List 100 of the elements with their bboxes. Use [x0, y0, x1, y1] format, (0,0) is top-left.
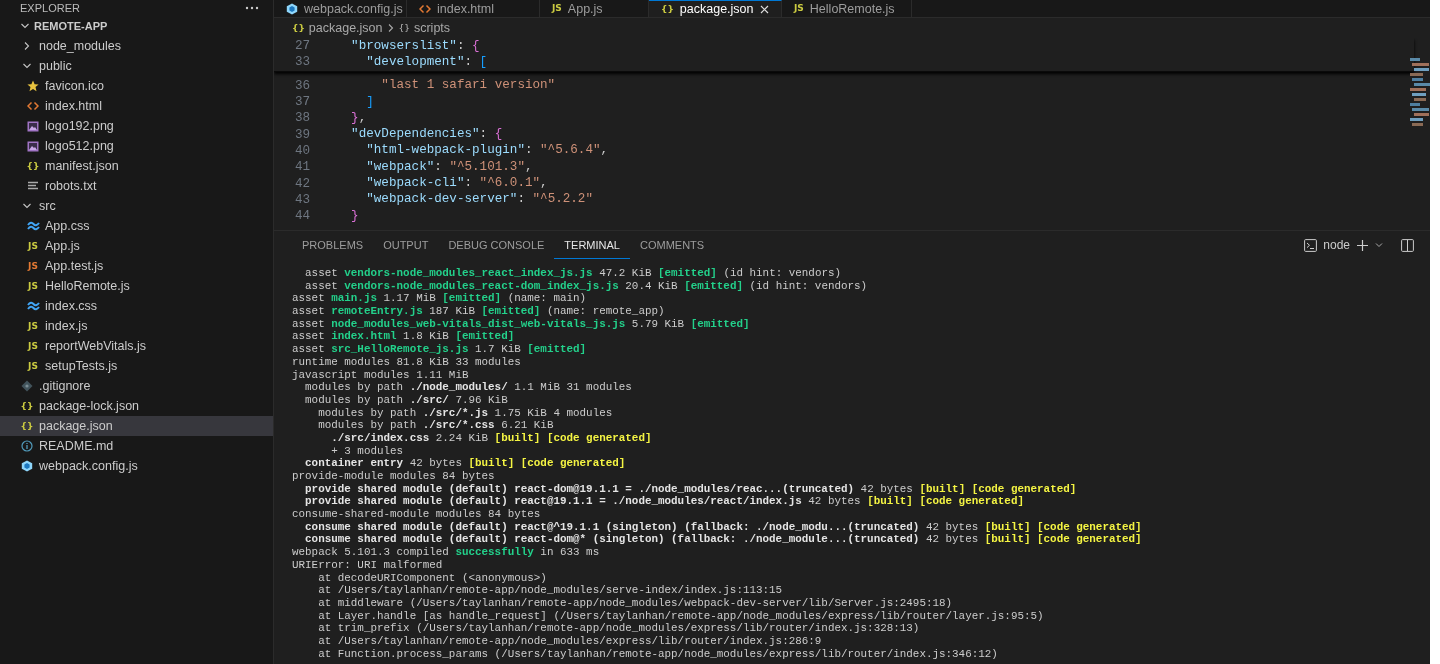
braces-icon: {}: [26, 160, 40, 172]
tree-item[interactable]: robots.txt: [0, 176, 273, 196]
code-line: "webpack-cli": "^6.0.1",: [365, 176, 548, 191]
panel-tab[interactable]: PROBLEMS: [292, 231, 374, 259]
line-number: 38: [293, 111, 311, 126]
terminal-line: asset index.html 1.8 KiB [emitted]: [292, 330, 516, 344]
tree-item[interactable]: JS reportWebVitals.js: [0, 336, 273, 356]
terminal-line: asset vendors-node_modules_react-dom_index_js.js 20.4 KiB [emitted] (id hint: vendors): [304, 279, 869, 293]
terminal-line: asset src_HelloRemote_js.js 1.7 KiB [emitted]: [292, 343, 588, 356]
terminal-line: provide shared module (default) react@19.1.1 = ./node_modules/react/index.js 42 bytes [built] [code generated]: [304, 495, 1025, 509]
close-icon: [759, 4, 769, 14]
terminal-line: consume-shared-module modules 84 bytes: [292, 508, 542, 521]
terminal-line: at /Users/taylanhan/remote-app/node_modules/serve-index/index.js:113:15: [317, 584, 784, 597]
breadcrumb-item[interactable]: scripts: [413, 21, 451, 35]
tree-item[interactable]: JS setupTests.js: [0, 356, 273, 376]
line-number: 39: [293, 127, 311, 142]
tree-item[interactable]: logo192.png: [0, 116, 273, 136]
panel-tab[interactable]: TERMINAL: [554, 231, 630, 259]
terminal-line: consume shared module (default) react-dom@* (singleton) (fallback: ./node_module...(truncated) 42 bytes [built] [code generated]: [304, 533, 1143, 547]
line-number: 43: [293, 192, 311, 207]
terminal-icon: [1304, 238, 1318, 252]
terminal-line: URIError: URI malformed: [292, 558, 444, 572]
angle-brackets-icon: [27, 101, 39, 111]
line-number: 41: [293, 160, 311, 175]
tree-item[interactable]: index.css: [0, 296, 273, 316]
folder-label[interactable]: REMOTE-APP: [34, 20, 108, 32]
plus-icon: [1356, 238, 1369, 252]
tree-item[interactable]: {} package-lock.json: [0, 396, 273, 416]
terminal-line: provide-module modules 84 bytes: [292, 470, 496, 483]
tree-item[interactable]: favicon.ico: [0, 76, 273, 96]
braces-icon: {}: [20, 420, 34, 432]
code-line: "last 1 safari version": [380, 78, 556, 94]
terminal-line: asset remoteEntry.js 187 KiB [emitted] (name: remote_app): [292, 305, 666, 318]
diamond-icon: [21, 380, 33, 392]
tree-item[interactable]: .gitignore: [0, 376, 273, 396]
code-line: },: [350, 110, 367, 126]
split-icon: [1401, 238, 1414, 252]
tree-item[interactable]: {} package.json: [0, 416, 273, 436]
image-icon: [27, 120, 39, 132]
tree-item[interactable]: JS index.js: [0, 316, 273, 336]
braces-icon: {}: [20, 400, 34, 412]
cube-icon: [286, 2, 298, 15]
terminal-line: at Function.process_params (/Users/taylanhan/remote-app/node_modules/express/lib/router/index.js:346:12): [317, 647, 999, 661]
tree-item[interactable]: {} manifest.json: [0, 156, 273, 176]
tree-item[interactable]: README.md: [0, 436, 273, 456]
tree-item[interactable]: logo512.png: [0, 136, 273, 156]
js-icon: JS: [28, 240, 38, 252]
terminal-line: asset node_modules_web-vitals_dist_web-vitals_js.js 5.79 KiB [emitted]: [292, 317, 751, 331]
panel-tab[interactable]: DEBUG CONSOLE: [438, 231, 555, 259]
terminal-line: asset vendors-node_modules_react_index_js.js 47.2 KiB [emitted] (id hint: vendors): [304, 267, 843, 280]
editor-tab[interactable]: webpack.config.js: [274, 0, 407, 17]
terminal-line: ./src/index.css 2.24 KiB [built] [code generated]: [330, 431, 653, 445]
terminal-line: javascript modules 1.11 MiB: [292, 368, 470, 382]
tree-item[interactable]: App.css: [0, 216, 273, 236]
line-number: 27: [293, 39, 311, 54]
line-number: 37: [293, 95, 311, 110]
braces-icon: {}: [292, 22, 305, 34]
tree-item[interactable]: webpack.config.js: [0, 456, 273, 476]
editor-tab[interactable]: index.html: [407, 0, 540, 17]
chevron-down-icon: [1375, 241, 1383, 249]
line-number: 33: [293, 55, 311, 70]
tree-item[interactable]: index.html: [0, 96, 273, 116]
terminal-line: + 3 modules: [330, 444, 405, 458]
editor-tab[interactable]: {} package.json: [649, 0, 782, 17]
wave-icon: [26, 221, 40, 231]
tree-item[interactable]: JS App.js: [0, 236, 273, 256]
sidebar-title: EXPLORER: [20, 2, 80, 14]
line-number: 36: [293, 78, 311, 93]
editor-tab[interactable]: JS HelloRemote.js: [782, 0, 912, 17]
line-number: 44: [293, 209, 311, 224]
js-icon: JS: [28, 320, 38, 332]
tree-item[interactable]: JS HelloRemote.js: [0, 276, 273, 296]
tree-item[interactable]: node_modules: [0, 36, 273, 56]
terminal-line: modules by path ./src/*.css 6.21 KiB: [317, 419, 555, 432]
info-icon: [21, 440, 33, 452]
breadcrumb-item[interactable]: package.json: [308, 21, 383, 35]
braces-icon: {}: [661, 3, 674, 15]
star-icon: [27, 80, 39, 92]
code-line: "browserslist": {: [350, 38, 480, 54]
chevron-right-icon: [386, 23, 395, 33]
terminal-line: modules by path ./src/ 7.96 KiB: [304, 393, 509, 407]
tree-item[interactable]: JS App.test.js: [0, 256, 273, 276]
panel-tab[interactable]: COMMENTS: [629, 231, 715, 259]
terminal-line: consume shared module (default) react@^19.1.1 (singleton) (fallback: ./node_modu...(truncated) 42 bytes [built] [code generated]: [304, 520, 1143, 534]
tree-item[interactable]: src: [0, 196, 273, 216]
panel-tab[interactable]: OUTPUT: [373, 231, 439, 259]
terminal-name[interactable]: node: [1323, 238, 1350, 252]
terminal-line: at /Users/taylanhan/remote-app/node_modules/express/lib/router/index.js:286:9: [317, 634, 823, 648]
terminal-line: asset main.js 1.17 MiB [emitted] (name: main): [292, 292, 588, 306]
terminal-line: webpack 5.101.3 compiled successfully in 633 ms: [292, 546, 601, 559]
terminal-line: modules by path ./src/*.js 1.75 KiB 4 modules: [317, 406, 614, 420]
lines-icon: [28, 181, 38, 191]
code-line: }: [350, 208, 359, 224]
terminal-line: at middleware (/Users/taylanhan/remote-app/node_modules/webpack-dev-server/lib/Server.js:2495:18): [317, 596, 954, 610]
terminal-line: at Layer.handle [as handle_request] (/Users/taylanhan/remote-app/node_modules/express/lib/router/layer.js:95:5): [317, 609, 1045, 623]
wave-icon: [26, 301, 40, 311]
code-line: ]: [365, 94, 374, 110]
js-icon: JS: [552, 3, 562, 14]
tree-item[interactable]: public: [0, 56, 273, 76]
code-line: "webpack-dev-server": "^5.2.2": [365, 192, 593, 208]
